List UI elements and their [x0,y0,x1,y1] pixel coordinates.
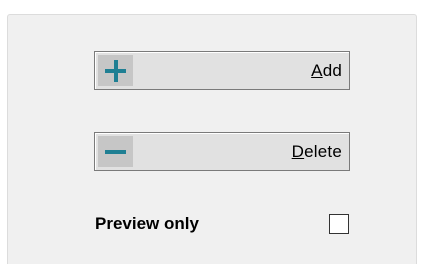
delete-button-label: Delete [291,142,342,161]
options-panel: Add Delete Preview only [7,14,417,264]
preview-only-checkbox[interactable] [329,214,349,234]
plus-icon [98,55,133,86]
preview-only-label: Preview only [95,214,199,233]
delete-button[interactable]: Delete [94,132,350,171]
add-button-label: Add [311,61,342,80]
add-button[interactable]: Add [94,51,350,90]
minus-icon [98,136,133,167]
